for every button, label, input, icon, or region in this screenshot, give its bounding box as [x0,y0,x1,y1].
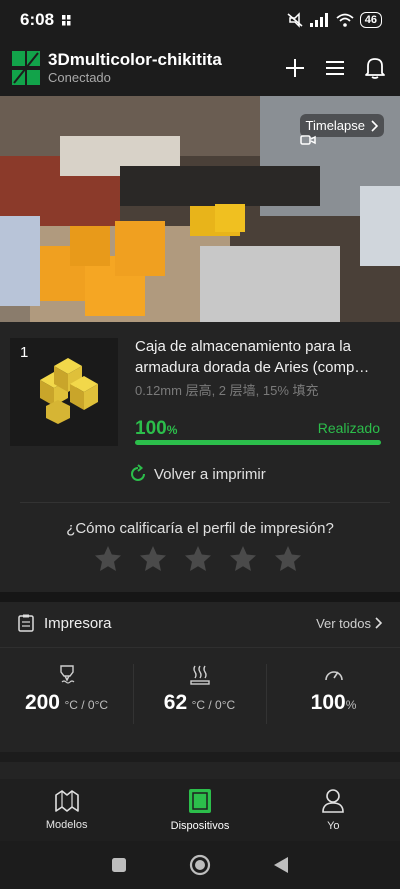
notification-icon [62,14,71,25]
signal-icon [309,13,328,27]
job-title[interactable]: Caja de almacenamiento para la armadura … [135,336,387,378]
star-icon[interactable] [273,544,303,574]
app-logo [12,51,40,85]
heatbed-icon [189,665,210,685]
printer-section-label: Impresora [44,614,112,632]
rating-question: ¿Cómo calificaría el perfil de impresión… [66,520,334,537]
tab-devices-label: Dispositivos [170,820,230,832]
nozzle-temp-value: 200 [24,691,60,714]
printer-clipboard-icon [18,614,34,632]
tab-profile[interactable]: Yo [267,779,400,841]
view-all-button[interactable]: Ver todos [316,616,382,631]
back-icon[interactable] [273,856,289,874]
divider [0,647,400,648]
fan-speed[interactable]: 100% [267,664,400,715]
devices-icon [188,789,211,813]
model-thumbnail[interactable]: 1 [10,338,118,446]
tab-models[interactable]: Modelos [0,779,133,841]
reprint-label: Volver a imprimir [154,465,266,483]
system-nav-bar [0,841,400,889]
video-camera-icon [300,135,316,145]
divider [20,502,390,503]
view-all-label: Ver todos [316,615,371,631]
job-status: Realizado [317,420,380,436]
bell-icon[interactable] [362,55,388,81]
battery-indicator: 46 [359,12,382,28]
fan-speed-unit: % [345,698,357,712]
nozzle-temp-unit: °C / 0°C [64,698,109,712]
status-bar: 6:08 46 [0,0,400,40]
plate-number: 1 [20,344,29,361]
progress-fill [135,440,381,445]
models-icon [54,790,79,812]
refresh-icon [131,464,145,481]
bottom-tab-bar: Modelos Dispositivos Yo [0,779,400,841]
progress-percent: 100% [135,418,178,439]
bed-temp-value: 62 [163,691,188,714]
printer-name: 3Dmulticolor-chikitita [48,50,222,69]
star-icon[interactable] [138,544,168,574]
bed-temp[interactable]: 62 °C / 0°C [133,664,266,715]
reprint-button[interactable]: Volver a imprimir [128,464,266,484]
job-settings: 0.12mm 层高, 2 层墙, 15% 填充 [135,383,319,398]
rating-stars [93,544,303,574]
wifi-icon [336,13,354,27]
connection-status: Conectado [48,70,111,85]
mute-icon [287,12,303,28]
tab-profile-label: Yo [327,820,340,832]
app-header: 3Dmulticolor-chikitita Conectado [0,40,400,96]
progress-bar [135,440,381,445]
timelapse-label: Timelapse [305,118,365,133]
nozzle-temp[interactable]: 200 °C / 0°C [0,664,133,715]
home-icon[interactable] [189,854,211,876]
printer-card: Impresora Ver todos 200 °C / 0°C 62 °C /… [0,602,400,752]
chevron-right-icon [371,119,378,132]
fan-speed-value: 100 [310,691,346,714]
star-icon[interactable] [93,544,123,574]
camera-feed[interactable]: Timelapse [0,96,400,322]
profile-icon [322,789,345,813]
tab-models-label: Modelos [45,819,88,831]
menu-icon[interactable] [322,55,348,81]
print-job-card: 1 Caja de almacenamiento para la armadur… [0,322,400,592]
tab-devices[interactable]: Dispositivos [133,779,266,841]
status-time: 6:08 [20,10,55,29]
star-icon[interactable] [183,544,213,574]
star-icon[interactable] [228,544,258,574]
recents-icon[interactable] [111,857,127,873]
nozzle-icon [59,665,74,684]
section-gap [0,592,400,602]
chevron-right-icon [375,617,382,629]
speed-gauge-icon [324,671,343,681]
add-icon[interactable] [282,55,308,81]
bed-temp-unit: °C / 0°C [191,698,236,712]
